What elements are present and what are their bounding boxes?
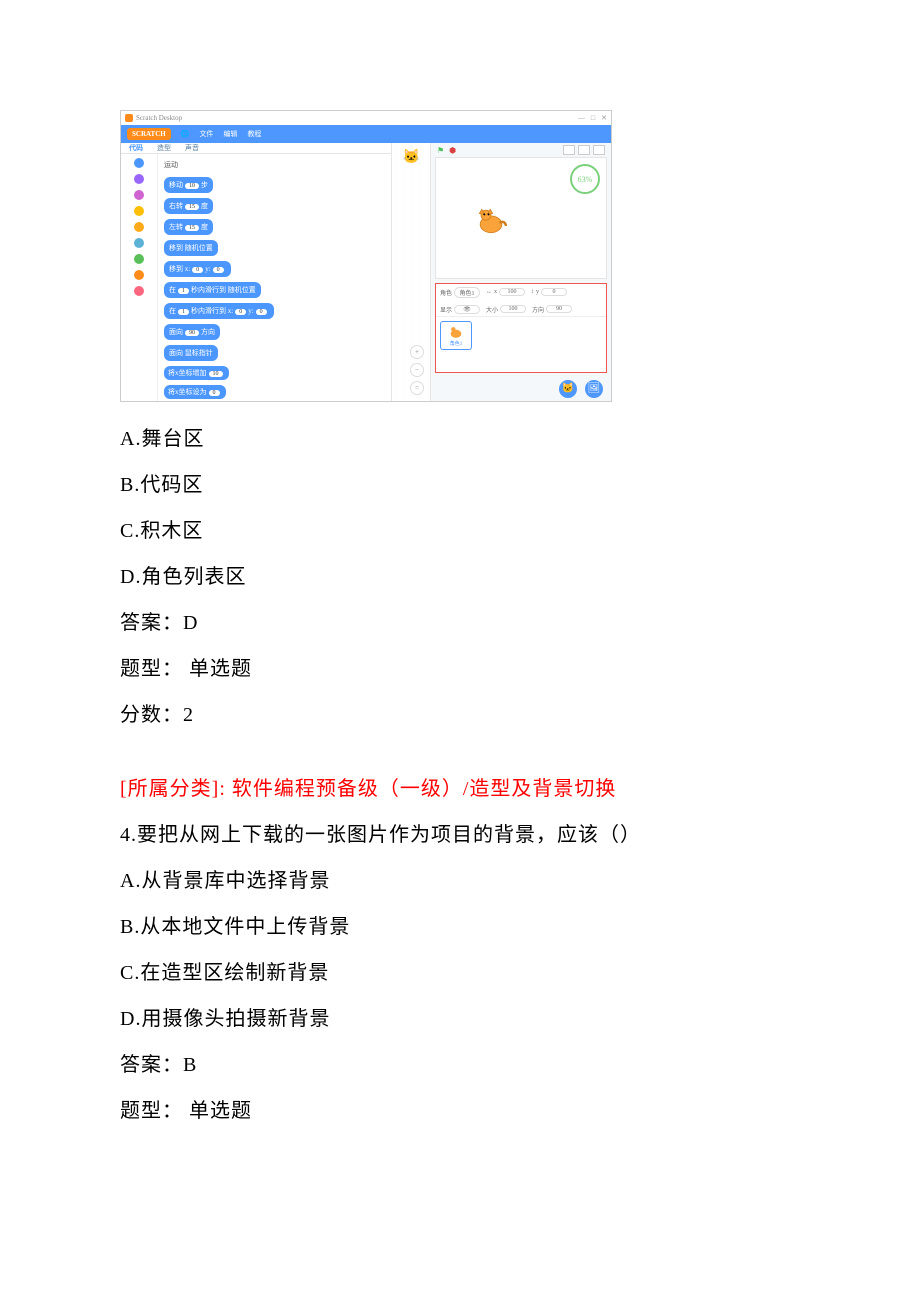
cat-operators-icon[interactable] — [134, 254, 144, 264]
block-point-dir[interactable]: 面向90方向 — [164, 324, 220, 340]
sprite-name-input[interactable]: 角色1 — [454, 287, 480, 298]
q4-option-d: D.用摄像头拍摄新背景 — [120, 996, 800, 1042]
category-heading: 运动 — [164, 160, 385, 170]
close-icon[interactable]: ✕ — [601, 114, 607, 122]
stage-area[interactable]: 63% — [435, 157, 607, 279]
q3-option-c: C.积木区 — [120, 508, 800, 554]
block-change-x[interactable]: 将x坐标增加10 — [164, 366, 229, 380]
q3-score: 分数：2 — [120, 692, 800, 738]
q4-category: [所属分类]: 软件编程预备级（一级）/造型及背景切换 — [120, 766, 800, 812]
q4-option-a: A.从背景库中选择背景 — [120, 858, 800, 904]
menu-edit[interactable]: 编辑 — [223, 129, 237, 139]
cat-looks-icon[interactable] — [134, 174, 144, 184]
q4-answer: 答案：B — [120, 1042, 800, 1088]
block-goto-random[interactable]: 移到 随机位置 — [164, 240, 218, 256]
sprite-x-label: x — [494, 289, 497, 295]
sprite-dir-input[interactable]: 90 — [546, 305, 572, 313]
q4-type: 题型： 单选题 — [120, 1088, 800, 1134]
scratch-screenshot: Scratch Desktop — □ ✕ SCRATCH 🌐 文件 编辑 教程… — [120, 110, 612, 402]
sprite-size-input[interactable]: 100 — [500, 305, 526, 313]
sprite-card-label: 角色1 — [443, 340, 469, 347]
menu-bar: SCRATCH 🌐 文件 编辑 教程 — [121, 125, 611, 143]
green-flag-icon[interactable]: ⚑ — [437, 146, 444, 155]
sprite-dir-label: 方向 — [532, 305, 544, 314]
block-move[interactable]: 移动10步 — [164, 177, 213, 193]
menu-tutorials[interactable]: 教程 — [247, 129, 261, 139]
sprite-y-input[interactable]: 0 — [541, 288, 567, 296]
sprite-watermark-icon: 🐱 — [403, 149, 420, 166]
block-set-x[interactable]: 将x坐标设为0 — [164, 385, 226, 399]
sprite-thumb-icon — [443, 324, 469, 340]
block-point-mouse[interactable]: 面向 鼠标指针 — [164, 345, 218, 361]
editor-tabs: 代码 造型 声音 — [121, 143, 391, 154]
tab-code[interactable]: 代码 — [129, 143, 143, 153]
sprite-x-input[interactable]: 100 — [499, 288, 525, 296]
cat-control-icon[interactable] — [134, 222, 144, 232]
cat-myblocks-icon[interactable] — [134, 286, 144, 296]
window-title: Scratch Desktop — [136, 114, 182, 122]
cat-motion-icon[interactable] — [134, 158, 144, 168]
menu-file[interactable]: 文件 — [199, 129, 213, 139]
add-backdrop-button[interactable]: 🖼 — [585, 380, 603, 398]
q3-option-d: D.角色列表区 — [120, 554, 800, 600]
sprite-show-label: 显示 — [440, 305, 452, 314]
block-turn-right[interactable]: 右转15度 — [164, 198, 213, 214]
window-controls: — □ ✕ — [578, 114, 607, 122]
zoom-out-icon[interactable]: − — [410, 363, 424, 377]
sprite-y-label: y — [536, 289, 539, 295]
sprite-properties: 角色角色1 ↔x100 ↕y0 显示👁 大小100 方向90 — [436, 284, 606, 317]
minimize-icon[interactable]: — — [578, 114, 585, 122]
stop-icon[interactable]: ⬢ — [449, 146, 456, 155]
q4-stem: 4.要把从网上下载的一张图片作为项目的背景，应该（） — [120, 812, 800, 858]
brand-badge: SCRATCH — [127, 128, 171, 140]
q3-option-a: A.舞台区 — [120, 416, 800, 462]
sprite-card[interactable]: 角色1 — [440, 321, 472, 350]
block-glide-xy[interactable]: 在1秒内滑行到 x:0y:0 — [164, 303, 274, 319]
scratch-logo-icon — [125, 114, 133, 122]
zoom-reset-icon[interactable]: = — [410, 381, 424, 395]
stage-controls: ⚑ ⬢ — [431, 143, 611, 157]
stage-full-icon[interactable] — [593, 145, 605, 155]
sprite-show-toggle[interactable]: 👁 — [454, 305, 480, 314]
q4-option-b: B.从本地文件中上传背景 — [120, 904, 800, 950]
window-titlebar: Scratch Desktop — □ ✕ — [121, 111, 611, 125]
add-sprite-button[interactable]: 🐱 — [559, 380, 577, 398]
block-categories — [121, 154, 158, 402]
cat-events-icon[interactable] — [134, 206, 144, 216]
code-workspace[interactable]: 🐱 + − = — [392, 143, 431, 401]
stage-large-icon[interactable] — [578, 145, 590, 155]
block-turn-left[interactable]: 左转15度 — [164, 219, 213, 235]
q3-answer: 答案：D — [120, 600, 800, 646]
zoom-in-icon[interactable]: + — [410, 345, 424, 359]
scratch-cat-icon — [474, 206, 508, 236]
sprite-size-label: 大小 — [486, 305, 498, 314]
cat-sound-icon[interactable] — [134, 190, 144, 200]
stage-small-icon[interactable] — [563, 145, 575, 155]
sprite-list-panel: 角色角色1 ↔x100 ↕y0 显示👁 大小100 方向90 — [435, 283, 607, 373]
cat-variables-icon[interactable] — [134, 270, 144, 280]
block-goto-xy[interactable]: 移到 x:0y:0 — [164, 261, 231, 277]
blocks-list: 运动 移动10步 右转15度 左转15度 移到 随机位置 移到 x:0y:0 在… — [158, 154, 391, 402]
q3-option-b: B.代码区 — [120, 462, 800, 508]
q4-option-c: C.在造型区绘制新背景 — [120, 950, 800, 996]
maximize-icon[interactable]: □ — [591, 114, 595, 122]
tab-sounds[interactable]: 声音 — [185, 143, 199, 153]
tab-costumes[interactable]: 造型 — [157, 143, 171, 153]
globe-icon[interactable]: 🌐 — [181, 130, 190, 138]
stage-badge: 63% — [570, 164, 600, 194]
q3-type: 题型： 单选题 — [120, 646, 800, 692]
sprite-name-label: 角色 — [440, 288, 452, 297]
cat-sensing-icon[interactable] — [134, 238, 144, 248]
block-glide-random[interactable]: 在1秒内滑行到 随机位置 — [164, 282, 261, 298]
sprite-list: 角色1 — [436, 317, 606, 372]
